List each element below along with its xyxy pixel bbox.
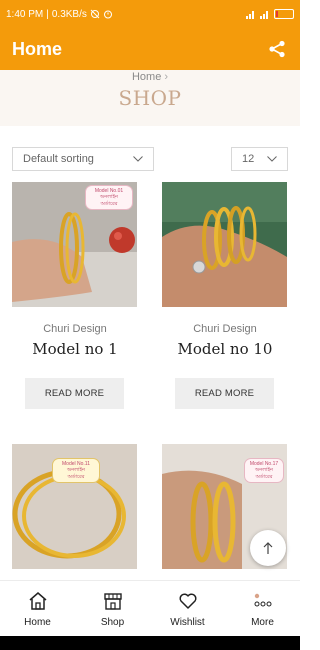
share-icon [269, 40, 285, 58]
product-card[interactable]: Model No.01 অনলাইন অর্ডারের Churi Design… [12, 182, 138, 412]
app-bar: Home [0, 28, 300, 70]
status-time: 1:40 PM [6, 8, 44, 20]
shop-header: Home › SHOP [0, 70, 300, 126]
product-category[interactable]: Churi Design [12, 323, 138, 335]
product-image[interactable]: Model No.11 অনলাইন অর্ডারের [12, 444, 137, 569]
nav-more[interactable]: More [225, 581, 300, 636]
page-title: SHOP [118, 86, 182, 110]
signal-icon-2 [260, 11, 268, 19]
bangle-photo [162, 182, 287, 307]
read-more-button[interactable]: READ MORE [25, 378, 124, 409]
sort-select-value: Default sorting [23, 153, 94, 165]
home-icon [27, 590, 49, 612]
per-page-value: 12 [242, 153, 255, 165]
sort-select[interactable]: Default sorting [12, 147, 154, 171]
arrow-up-icon [263, 542, 273, 554]
breadcrumb-home[interactable]: Home [132, 71, 161, 83]
bottom-navigation: Home Shop Wishlist More [0, 580, 300, 636]
chevron-down-icon [267, 156, 277, 162]
model-tag: Model No.17 অনলাইন অর্ডারের [244, 458, 284, 483]
breadcrumb: Home › [0, 71, 300, 83]
chevron-down-icon [133, 156, 143, 162]
chevron-right-icon: › [164, 71, 168, 83]
read-more-button[interactable]: READ MORE [175, 378, 274, 409]
model-tag: Model No.11 অনলাইন অর্ডারের [52, 458, 100, 483]
system-navigation-bar [0, 636, 300, 650]
app-title: Home [12, 38, 63, 59]
nav-home-label: Home [24, 617, 51, 628]
nav-home[interactable]: Home [0, 581, 75, 636]
per-page-select[interactable]: 12 [231, 147, 288, 171]
alarm-icon [103, 10, 112, 19]
battery-icon [274, 9, 294, 19]
scroll-to-top-button[interactable] [250, 530, 286, 566]
status-network-speed: 0.3KB/s [51, 8, 87, 20]
nav-shop-label: Shop [100, 617, 125, 628]
nav-shop[interactable]: Shop [75, 581, 150, 636]
product-image[interactable]: Model No.01 অনলাইন অর্ডারের [12, 182, 137, 307]
battery-level [276, 11, 278, 17]
store-icon [102, 590, 124, 612]
signal-icon [246, 11, 254, 19]
nav-wishlist-label: Wishlist [170, 617, 205, 628]
product-category[interactable]: Churi Design [162, 323, 288, 335]
product-image[interactable] [162, 182, 287, 307]
heart-icon [177, 590, 199, 612]
product-card[interactable]: Model No.11 অনলাইন অর্ডারের [12, 444, 138, 569]
status-bar: 1:40 PM | 0.3KB/s [0, 0, 300, 28]
more-icon [252, 590, 274, 612]
product-name[interactable]: Model no 1 [12, 340, 138, 358]
no-alarm-icon [90, 9, 100, 19]
nav-more-label: More [251, 617, 274, 628]
model-tag: Model No.01 অনলাইন অর্ডারের [85, 185, 133, 210]
product-card[interactable]: Churi Design Model no 10 READ MORE [162, 182, 288, 412]
nav-wishlist[interactable]: Wishlist [150, 581, 225, 636]
product-name[interactable]: Model no 10 [162, 340, 288, 358]
share-button[interactable] [266, 38, 288, 60]
